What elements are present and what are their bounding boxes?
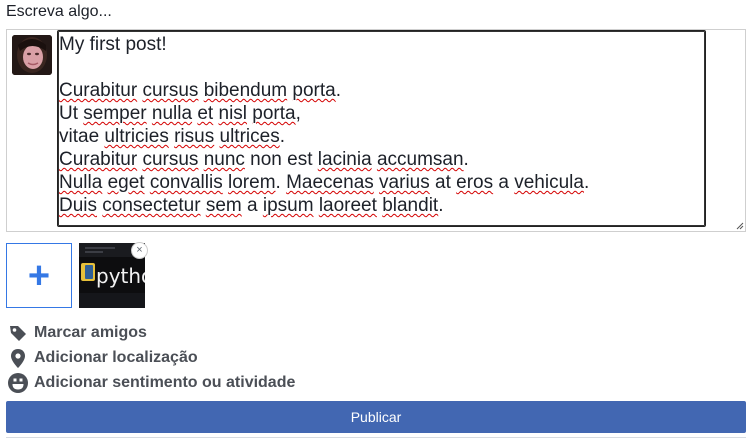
tag-icon (10, 326, 26, 341)
close-icon: × (136, 244, 143, 256)
plus-icon: + (27, 254, 51, 297)
misspelled-word: Duis (59, 195, 98, 216)
misspelled-word: accumsan (376, 149, 464, 170)
text-segment: Ut (59, 103, 84, 124)
misspelled-word: cursus (142, 80, 199, 101)
post-text-line: vitae ultricies risus ultrices. (59, 125, 705, 148)
publish-button[interactable]: Publicar (6, 401, 746, 433)
misspelled-word: eget (107, 172, 145, 193)
resize-handle[interactable] (736, 222, 744, 230)
text-segment: non est (244, 149, 318, 170)
misspelled-word: lorem (228, 172, 276, 193)
misspelled-word: nulla (151, 103, 193, 124)
location-pin-icon (11, 349, 25, 368)
misspelled-word: ipsum (262, 195, 314, 216)
thumbnail-text: pytho (96, 264, 145, 288)
post-text-line: Curabitur cursus nunc non est lacinia ac… (59, 148, 705, 171)
misspelled-word: nisl (218, 103, 248, 124)
misspelled-word: nunc (203, 149, 245, 170)
misspelled-word: varius (379, 172, 430, 193)
misspelled-word: ultricies (104, 126, 169, 147)
misspelled-word: et (197, 103, 214, 124)
add-location-label: Adicionar localização (34, 349, 198, 366)
prompt-label: Escreva algo... (6, 3, 112, 20)
divider (6, 437, 746, 438)
text-segment: . (275, 172, 287, 193)
misspelled-word: cursus (142, 149, 199, 170)
misspelled-word: Curabitur (59, 149, 138, 170)
misspelled-word: Maecenas (286, 172, 374, 193)
misspelled-word: lacinia (317, 149, 372, 170)
add-location-action[interactable]: Adicionar localização (7, 347, 198, 369)
text-segment: a (241, 195, 263, 216)
add-feeling-action[interactable]: Adicionar sentimento ou atividade (7, 372, 295, 394)
misspelled-word: porta (252, 103, 296, 124)
tag-friends-label: Marcar amigos (34, 324, 147, 341)
text-segment: vitae (59, 126, 105, 147)
misspelled-word: blandit (382, 195, 439, 216)
text-segment: a (493, 172, 515, 193)
text-segment: . (438, 195, 444, 216)
misspelled-word: risus (174, 126, 215, 147)
text-segment: at (429, 172, 457, 193)
misspelled-word: sem (205, 195, 242, 216)
misspelled-word: laoreet (318, 195, 377, 216)
avatar (12, 35, 52, 75)
misspelled-word: consectetur (102, 195, 201, 216)
add-media-button[interactable]: + (6, 243, 72, 308)
text-segment: . (335, 80, 342, 101)
post-text-line: My first post! (59, 33, 705, 56)
post-textarea[interactable]: My first post! Curabitur cursus bibendum … (57, 30, 706, 227)
misspelled-word: eros (456, 172, 494, 193)
post-composer: My first post! Curabitur cursus bibendum … (6, 29, 746, 232)
misspelled-word: convallis (149, 172, 223, 193)
post-text-line: Duis consectetur sem a ipsum laoreet bla… (59, 194, 705, 217)
misspelled-word: Curabitur (59, 80, 138, 101)
post-text-line: Curabitur cursus bibendum porta. (59, 79, 705, 102)
text-segment: . (463, 149, 469, 170)
post-text-line (59, 56, 705, 79)
smiley-icon (8, 373, 28, 393)
misspelled-word: ultrices (219, 126, 280, 147)
text-segment: , (295, 103, 301, 124)
add-feeling-label: Adicionar sentimento ou atividade (34, 374, 296, 391)
post-text-line: Ut semper nulla et nisl porta, (59, 102, 705, 125)
misspelled-word: vehicula (514, 172, 584, 193)
text-segment: . (583, 172, 590, 193)
misspelled-word: semper (83, 103, 147, 124)
post-text-line: Nulla eget convallis lorem. Maecenas var… (59, 171, 705, 194)
tag-friends-action[interactable]: Marcar amigos (7, 322, 147, 344)
misspelled-word: porta (292, 80, 336, 101)
misspelled-word: Nulla (59, 172, 103, 193)
misspelled-word: bibendum (203, 80, 288, 101)
text-segment: My first post! (59, 34, 167, 55)
remove-media-button[interactable]: × (131, 242, 148, 259)
text-segment: . (279, 126, 285, 147)
